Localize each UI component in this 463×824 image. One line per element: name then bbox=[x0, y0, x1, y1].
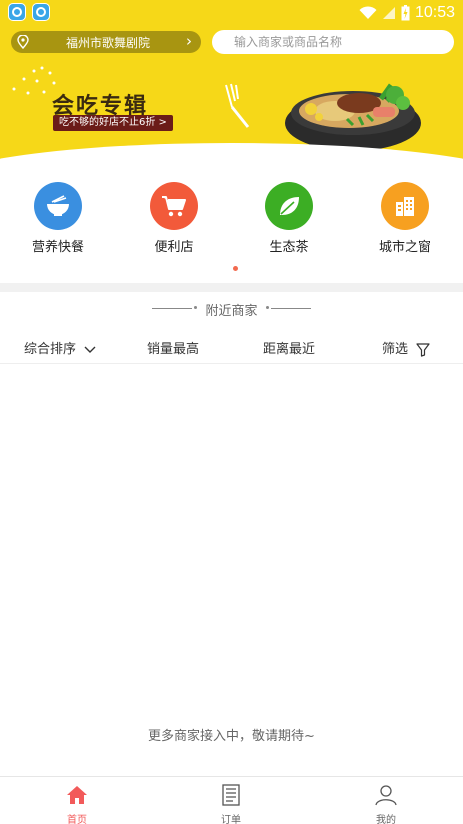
status-bar: 10:53 bbox=[0, 0, 463, 25]
bottom-tab-bar: 首页 订单 我的 bbox=[0, 776, 463, 824]
sort-bar: 综合排序 销量最高 距离最近 筛选 bbox=[0, 334, 463, 364]
section-divider bbox=[0, 283, 463, 292]
tab-label: 首页 bbox=[67, 815, 87, 824]
order-icon bbox=[222, 784, 240, 806]
buildings-icon bbox=[381, 182, 429, 230]
sort-label: 销量最高 bbox=[147, 342, 200, 357]
category-item-eco-tea[interactable]: 生态茶 bbox=[239, 180, 339, 258]
category-item-fast-food[interactable]: 营养快餐 bbox=[8, 180, 108, 258]
tab-profile[interactable]: 我的 bbox=[346, 781, 426, 824]
tab-home[interactable]: 首页 bbox=[37, 781, 117, 824]
search-input[interactable] bbox=[212, 30, 454, 54]
category-label: 便利店 bbox=[154, 240, 194, 255]
chevron-down-icon bbox=[84, 346, 96, 353]
app-badge-icon bbox=[8, 3, 26, 21]
sort-top-sales[interactable]: 销量最高 bbox=[147, 338, 199, 357]
location-selector[interactable]: 福州市歌舞剧院 › bbox=[11, 31, 201, 53]
app-badge-icon bbox=[32, 3, 50, 21]
filter-icon bbox=[416, 342, 430, 357]
app-screen: 10:53 福州市歌舞剧院 › 会吃专辑 吃不够的好店不止6折 > bbox=[0, 0, 463, 824]
sort-label: 综合排序 bbox=[24, 342, 77, 357]
bowl-icon bbox=[34, 182, 82, 230]
location-label: 福州市歌舞剧院 bbox=[66, 36, 151, 50]
fork-icon bbox=[225, 83, 250, 128]
nearby-section-header: 附近商家 bbox=[0, 298, 463, 320]
empty-list-message: 更多商家接入中，敬请期待~ bbox=[148, 729, 315, 744]
carousel-page-indicator bbox=[233, 266, 238, 271]
divider-line bbox=[271, 308, 311, 309]
divider-dot bbox=[266, 306, 269, 309]
signal-icon bbox=[382, 6, 395, 19]
status-icons: 10:53 bbox=[359, 2, 455, 23]
nearby-title: 附近商家 bbox=[205, 304, 258, 319]
location-pin-icon bbox=[17, 35, 29, 49]
sort-label: 筛选 bbox=[382, 342, 409, 357]
banner-subtitle[interactable]: 吃不够的好店不止6折 > bbox=[53, 115, 173, 131]
category-label: 生态茶 bbox=[269, 240, 309, 255]
category-item-city-window[interactable]: 城市之窗 bbox=[355, 180, 455, 258]
header-banner: 福州市歌舞剧院 › 会吃专辑 吃不够的好店不止6折 > bbox=[0, 25, 463, 175]
category-grid: 营养快餐 便利店 生态茶 城市之窗 bbox=[0, 180, 463, 258]
divider-dot bbox=[194, 306, 197, 309]
shopping-cart-icon bbox=[150, 182, 198, 230]
sort-label: 距离最近 bbox=[263, 342, 316, 357]
status-time: 10:53 bbox=[414, 3, 455, 21]
leaf-icon bbox=[265, 182, 313, 230]
home-icon bbox=[67, 786, 87, 804]
sort-comprehensive[interactable]: 综合排序 bbox=[24, 338, 96, 357]
tab-label: 我的 bbox=[376, 815, 396, 824]
divider-line bbox=[152, 308, 192, 309]
tab-label: 订单 bbox=[221, 815, 241, 824]
user-icon bbox=[375, 785, 397, 806]
category-label: 城市之窗 bbox=[378, 240, 431, 255]
category-label: 营养快餐 bbox=[31, 240, 84, 255]
tab-orders[interactable]: 订单 bbox=[191, 781, 271, 824]
noodle-bowl-image bbox=[285, 83, 421, 151]
sort-nearest[interactable]: 距离最近 bbox=[263, 338, 315, 357]
wifi-icon bbox=[359, 5, 377, 19]
filter-button[interactable]: 筛选 bbox=[382, 338, 430, 357]
battery-charging-icon bbox=[401, 4, 410, 20]
category-item-convenience-store[interactable]: 便利店 bbox=[124, 180, 224, 258]
chevron-right-icon: › bbox=[186, 32, 192, 50]
